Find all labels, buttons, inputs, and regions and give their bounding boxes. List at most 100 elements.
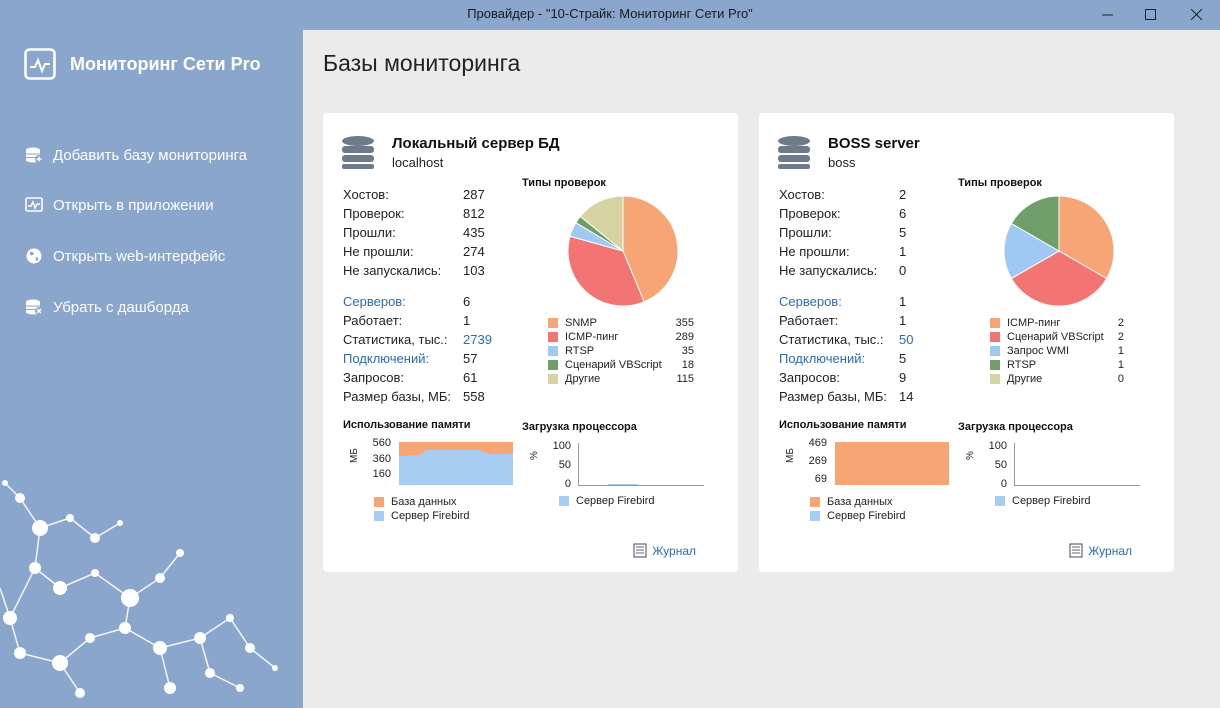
stat-value-hosts: 287 xyxy=(463,187,485,202)
molecule-decoration-icon xyxy=(0,480,278,698)
sidebar: Мониторинг Сети Pro Добавить базу монито… xyxy=(0,30,303,708)
memory-title: Использование памяти xyxy=(779,419,907,431)
legend-swatch xyxy=(990,318,1000,328)
stat-value-not-run: 0 xyxy=(899,263,907,278)
brand: Мониторинг Сети Pro xyxy=(24,48,261,80)
legend-item: Запрос WMI xyxy=(990,345,1069,357)
memory-title: Использование памяти xyxy=(343,419,471,431)
stat-value-running: 1 xyxy=(463,313,471,328)
legend-swatch xyxy=(990,360,1000,370)
cpu-tick: 0 xyxy=(564,478,571,490)
cpu-tick: 100 xyxy=(988,440,1007,452)
journal-link[interactable]: Журнал xyxy=(1069,543,1132,558)
card-subtitle: boss xyxy=(828,155,856,170)
legend-item: Сервер Firebird xyxy=(559,495,654,507)
card-subtitle: localhost xyxy=(392,155,444,170)
app-logo-icon xyxy=(24,48,56,80)
legend-value: 18 xyxy=(681,359,694,371)
connections-link[interactable]: Подключений: xyxy=(343,351,429,366)
legend-swatch xyxy=(990,332,1000,342)
maximize-icon xyxy=(1145,9,1156,20)
card-title: BOSS server xyxy=(828,135,920,152)
stat-value-running: 1 xyxy=(899,313,907,328)
legend-value: 2 xyxy=(1117,331,1124,343)
add-database-icon xyxy=(24,145,44,165)
stat-value-servers: 6 xyxy=(463,294,471,309)
connections-link[interactable]: Подключений: xyxy=(779,351,865,366)
legend-item: Сервер Firebird xyxy=(374,510,469,522)
window-title: Провайдер - "10-Страйк: Мониторинг Сети … xyxy=(467,6,753,21)
stat-value-requests: 61 xyxy=(463,370,478,385)
cpu-title: Загрузка процессора xyxy=(958,421,1073,433)
memory-unit: МБ xyxy=(785,448,796,463)
legend-swatch xyxy=(990,374,1000,384)
database-icon xyxy=(342,136,374,169)
stat-value-checks: 6 xyxy=(899,206,907,221)
sidebar-item-label: Добавить базу мониторинга xyxy=(53,146,248,164)
minimize-button[interactable] xyxy=(1085,0,1131,30)
legend-item: Сценарий VBScript xyxy=(548,359,662,371)
sidebar-item-open-app[interactable]: Открыть в приложении xyxy=(24,195,214,215)
legend-swatch xyxy=(548,332,558,342)
sidebar-item-remove-dashboard[interactable]: Убрать с дашборда xyxy=(24,297,189,317)
sidebar-item-add-database[interactable]: Добавить базу мониторинга xyxy=(24,145,247,165)
maximize-button[interactable] xyxy=(1128,0,1174,30)
legend-value: 355 xyxy=(675,317,694,329)
legend-value: 0 xyxy=(1117,373,1124,385)
monitor-chart-icon xyxy=(24,195,44,215)
legend-swatch xyxy=(548,360,558,370)
legend-item: Другие xyxy=(548,373,600,385)
cpu-unit: % xyxy=(965,451,976,460)
legend-value: 289 xyxy=(675,331,694,343)
legend-item: RTSP xyxy=(548,345,594,357)
memory-unit: МБ xyxy=(349,448,360,463)
cpu-tick: 100 xyxy=(552,440,571,452)
close-button[interactable] xyxy=(1174,0,1220,30)
legend-swatch xyxy=(374,511,384,521)
legend-item: База данных xyxy=(374,496,457,508)
memory-area-chart xyxy=(399,442,513,485)
memory-tick: 269 xyxy=(808,455,827,467)
memory-tick: 469 xyxy=(808,437,827,449)
sidebar-item-label: Открыть в приложении xyxy=(53,196,214,214)
legend-swatch xyxy=(548,346,558,356)
stat-label-running: Работает: xyxy=(779,313,839,328)
stat-value-connections: 57 xyxy=(463,351,478,366)
stat-label-checks: Проверок: xyxy=(343,206,405,221)
journal-link[interactable]: Журнал xyxy=(633,543,696,558)
stat-label-not-run: Не запускались: xyxy=(779,263,878,278)
sidebar-item-label: Убрать с дашборда xyxy=(53,298,189,316)
legend-item: RTSP xyxy=(990,359,1036,371)
legend-item: ICMP-пинг xyxy=(548,331,618,343)
stat-label-checks: Проверок: xyxy=(779,206,841,221)
legend-swatch xyxy=(990,346,1000,356)
remove-database-icon xyxy=(24,297,44,317)
servers-link[interactable]: Серверов: xyxy=(343,294,406,309)
memory-tick: 360 xyxy=(372,453,391,465)
stat-label-hosts: Хостов: xyxy=(779,187,825,202)
journal-icon xyxy=(1069,543,1083,558)
legend-swatch xyxy=(548,318,558,328)
legend-value: 115 xyxy=(676,373,694,385)
legend-swatch xyxy=(810,497,820,507)
journal-icon xyxy=(633,543,647,558)
statistics-value-link[interactable]: 2739 xyxy=(463,332,492,347)
cpu-tick: 50 xyxy=(994,459,1007,471)
checks-pie xyxy=(1003,195,1115,307)
cpu-tick: 50 xyxy=(558,459,571,471)
stat-label-not-run: Не запускались: xyxy=(343,263,442,278)
servers-link[interactable]: Серверов: xyxy=(779,294,842,309)
stat-label-passed: Прошли: xyxy=(343,225,396,240)
memory-tick: 560 xyxy=(372,437,391,449)
database-card-local: Локальный сервер БД localhost Хостов: 28… xyxy=(323,113,738,572)
stat-value-passed: 5 xyxy=(899,225,907,240)
memory-area-firebird xyxy=(399,450,513,485)
stat-label-statistics: Статистика, тыс.: xyxy=(779,332,884,347)
stat-value-failed: 1 xyxy=(899,244,907,259)
statistics-value-link[interactable]: 50 xyxy=(899,332,913,347)
stat-value-failed: 274 xyxy=(463,244,485,259)
sidebar-item-open-web[interactable]: Открыть web-интерфейс xyxy=(24,246,225,266)
stat-label-failed: Не прошли: xyxy=(779,244,850,259)
database-card-boss: BOSS server boss Хостов: 2 Проверок: 6 П… xyxy=(759,113,1174,572)
stat-value-hosts: 2 xyxy=(899,187,907,202)
